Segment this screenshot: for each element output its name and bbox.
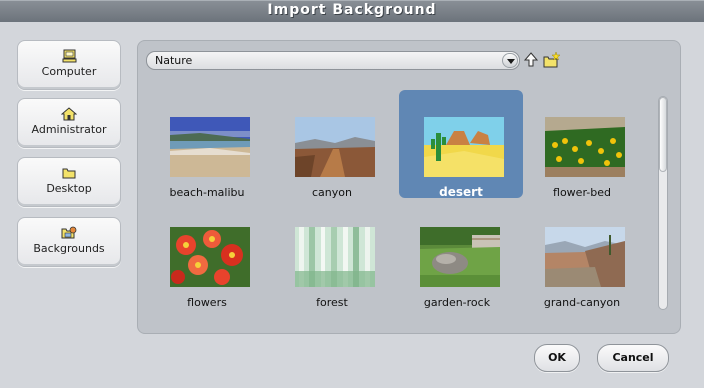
file-name: forest bbox=[316, 296, 348, 309]
up-folder-icon[interactable] bbox=[524, 52, 538, 68]
file-name: flower-bed bbox=[553, 186, 611, 199]
thumbnail-image bbox=[424, 117, 504, 177]
sidebar-item-desktop[interactable]: Desktop bbox=[17, 157, 121, 207]
file-name: grand-canyon bbox=[543, 296, 621, 309]
sidebar-item-label: Desktop bbox=[46, 182, 92, 195]
sidebar-item-label: Administrator bbox=[31, 123, 107, 136]
file-name: canyon bbox=[312, 186, 352, 199]
thumbnail-image bbox=[545, 227, 625, 287]
location-label: Nature bbox=[155, 54, 193, 67]
thumbnail-image bbox=[295, 117, 375, 177]
thumbnail-image bbox=[420, 227, 500, 287]
location-dropdown[interactable]: Nature bbox=[146, 51, 520, 70]
sidebar-item-backgrounds[interactable]: Backgrounds bbox=[17, 217, 121, 267]
file-grid: beach-malibu canyon desert flower-bed fl… bbox=[145, 80, 655, 324]
sidebar-item-label: Computer bbox=[41, 65, 97, 78]
cancel-button[interactable]: Cancel bbox=[597, 344, 669, 372]
file-name: beach-malibu bbox=[169, 186, 245, 199]
thumbnail-image bbox=[170, 227, 250, 287]
thumbnail-image bbox=[295, 227, 375, 287]
file-item-canyon[interactable]: canyon bbox=[270, 90, 394, 199]
thumbnail-image bbox=[545, 117, 625, 177]
chevron-down-icon[interactable] bbox=[502, 53, 518, 68]
file-item-garden-rock[interactable]: garden-rock bbox=[395, 200, 519, 309]
sidebar-item-label: Backgrounds bbox=[33, 242, 105, 255]
folder-icon bbox=[62, 168, 76, 179]
dialog-title: Import Background bbox=[0, 0, 704, 22]
file-name: garden-rock bbox=[423, 296, 491, 309]
backgrounds-folder-icon bbox=[61, 226, 77, 239]
file-item-desert[interactable]: desert bbox=[399, 90, 523, 199]
file-item-beach-malibu[interactable]: beach-malibu bbox=[145, 90, 269, 199]
file-item-flowers[interactable]: flowers bbox=[145, 200, 269, 309]
scrollbar-thumb[interactable] bbox=[659, 97, 667, 172]
sidebar-item-administrator[interactable]: Administrator bbox=[17, 98, 121, 148]
file-item-grand-canyon[interactable]: grand-canyon bbox=[520, 200, 644, 309]
vertical-scrollbar[interactable] bbox=[658, 96, 668, 310]
file-name: desert bbox=[439, 185, 483, 199]
file-item-flower-bed[interactable]: flower-bed bbox=[520, 90, 644, 199]
thumbnail-image bbox=[170, 117, 250, 177]
import-background-dialog: Import Background Computer Administrator… bbox=[0, 0, 704, 388]
ok-button[interactable]: OK bbox=[534, 344, 580, 372]
home-icon bbox=[61, 107, 77, 121]
sidebar-item-computer[interactable]: Computer bbox=[17, 40, 121, 90]
computer-icon bbox=[62, 49, 77, 63]
file-item-forest[interactable]: forest bbox=[270, 200, 394, 309]
file-name: flowers bbox=[187, 296, 227, 309]
new-folder-icon[interactable] bbox=[543, 52, 560, 68]
